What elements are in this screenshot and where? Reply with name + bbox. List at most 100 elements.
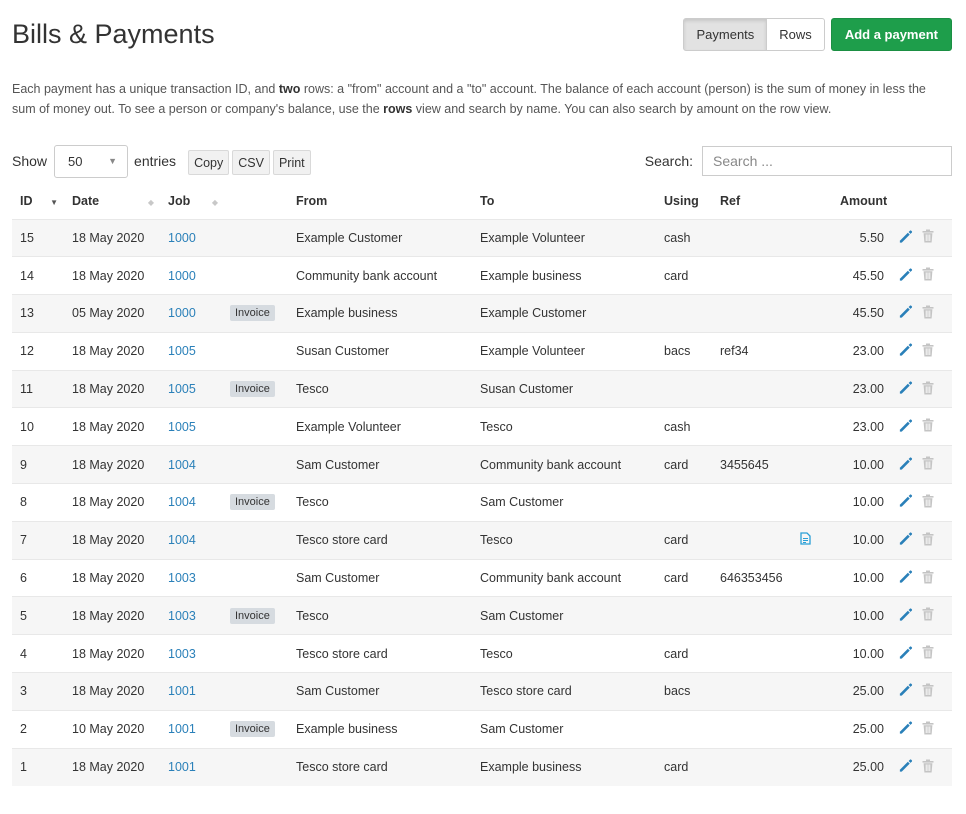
job-link[interactable]: 1003 [168,571,196,585]
intro-text-part: Each payment has a unique transaction ID… [12,82,279,96]
add-payment-button[interactable]: Add a payment [830,17,952,51]
cell-id: 5 [12,596,64,635]
cell-id: 7 [12,520,64,560]
pencil-icon[interactable] [898,682,913,700]
cell-from: Sam Customer [288,558,472,597]
trash-icon[interactable] [922,381,934,398]
invoice-badge: Invoice [230,607,275,624]
payments-view-button[interactable]: Payments [683,17,768,51]
length-value: 50 [68,153,83,169]
pencil-icon[interactable] [898,607,913,625]
cell-to: Sam Customer [472,709,656,749]
job-link[interactable]: 1004 [168,533,196,547]
cell-using [656,369,712,408]
cell-amount: 10.00 [832,558,892,597]
csv-button[interactable]: CSV [232,150,270,175]
cell-using: card [656,634,712,673]
cell-using [656,596,712,635]
cell-badge [224,747,288,786]
print-button[interactable]: Print [272,150,311,175]
trash-icon[interactable] [922,343,934,360]
job-link[interactable]: 1005 [168,420,196,434]
cell-amount: 23.00 [832,331,892,371]
trash-icon[interactable] [922,305,934,322]
trash-icon[interactable] [922,607,934,624]
pencil-icon[interactable] [898,758,913,776]
pencil-icon[interactable] [898,456,913,474]
job-link[interactable]: 1003 [168,647,196,661]
table-row: 3 18 May 2020 1001 Sam Customer Tesco st… [12,672,952,711]
table-row: 15 18 May 2020 1000 Example Customer Exa… [12,218,952,257]
job-link[interactable]: 1005 [168,382,196,396]
job-link[interactable]: 1003 [168,609,196,623]
cell-amount: 45.50 [832,294,892,333]
column-header-date[interactable]: Date ◆ [64,184,160,219]
job-link[interactable]: 1001 [168,760,196,774]
trash-icon[interactable] [922,570,934,587]
job-link[interactable]: 1004 [168,495,196,509]
pencil-icon[interactable] [898,531,913,549]
cell-ref [712,294,792,333]
cell-ref [712,634,792,673]
job-link[interactable]: 1000 [168,269,196,283]
trash-icon[interactable] [922,645,934,662]
pencil-icon[interactable] [898,267,913,285]
page-header: Bills & Payments Payments Rows Add a pay… [12,0,952,68]
table-row: 5 18 May 2020 1003 Invoice Tesco Sam Cus… [12,596,952,635]
cell-to: Example Customer [472,294,656,333]
pencil-icon[interactable] [898,342,913,360]
job-link[interactable]: 1000 [168,306,196,320]
cell-id: 3 [12,672,64,711]
pencil-icon[interactable] [898,720,913,738]
trash-icon[interactable] [922,683,934,700]
cell-badge: Invoice [224,294,288,333]
job-link[interactable]: 1001 [168,684,196,698]
cell-ref [712,218,792,257]
cell-amount: 23.00 [832,407,892,446]
job-link[interactable]: 1004 [168,458,196,472]
trash-icon[interactable] [922,229,934,246]
cell-badge: Invoice [224,596,288,635]
trash-icon[interactable] [922,267,934,284]
trash-icon[interactable] [922,759,934,776]
cell-date: 18 May 2020 [64,407,160,446]
column-header-actions [892,184,952,219]
job-link[interactable]: 1000 [168,231,196,245]
job-link[interactable]: 1005 [168,344,196,358]
job-link[interactable]: 1001 [168,722,196,736]
cell-from: Example Customer [288,218,472,257]
trash-icon[interactable] [922,532,934,549]
trash-icon[interactable] [922,456,934,473]
search-input[interactable] [702,146,952,176]
pencil-icon[interactable] [898,569,913,587]
cell-ref: 646353456 [712,558,792,597]
pencil-icon[interactable] [898,304,913,322]
cell-id: 12 [12,331,64,371]
trash-icon[interactable] [922,494,934,511]
cell-doc [792,369,832,408]
cell-from: Tesco store card [288,634,472,673]
pencil-icon[interactable] [898,493,913,511]
trash-icon[interactable] [922,721,934,738]
column-header-id[interactable]: ID ▼ [12,184,64,219]
trash-icon[interactable] [922,418,934,435]
rows-view-button[interactable]: Rows [767,17,825,51]
copy-button[interactable]: Copy [188,150,230,175]
column-header-label: Ref [720,194,741,209]
entries-length-select[interactable]: 50 ▼ [54,144,129,178]
cell-from: Example business [288,294,472,333]
cell-date: 18 May 2020 [64,634,160,673]
export-buttons: Copy CSV Print [188,150,311,175]
pencil-icon[interactable] [898,645,913,663]
pencil-icon[interactable] [898,380,913,398]
search-controls: Search: [645,146,952,176]
pencil-icon[interactable] [898,418,913,436]
cell-amount: 45.50 [832,256,892,295]
column-header-ref: Ref [712,184,792,219]
column-header-job[interactable]: Job ◆ [160,184,224,219]
cell-id: 15 [12,218,64,257]
header-actions: Payments Rows Add a payment [683,17,952,51]
pencil-icon[interactable] [898,229,913,247]
cell-doc [792,294,832,333]
document-icon[interactable] [800,532,811,548]
